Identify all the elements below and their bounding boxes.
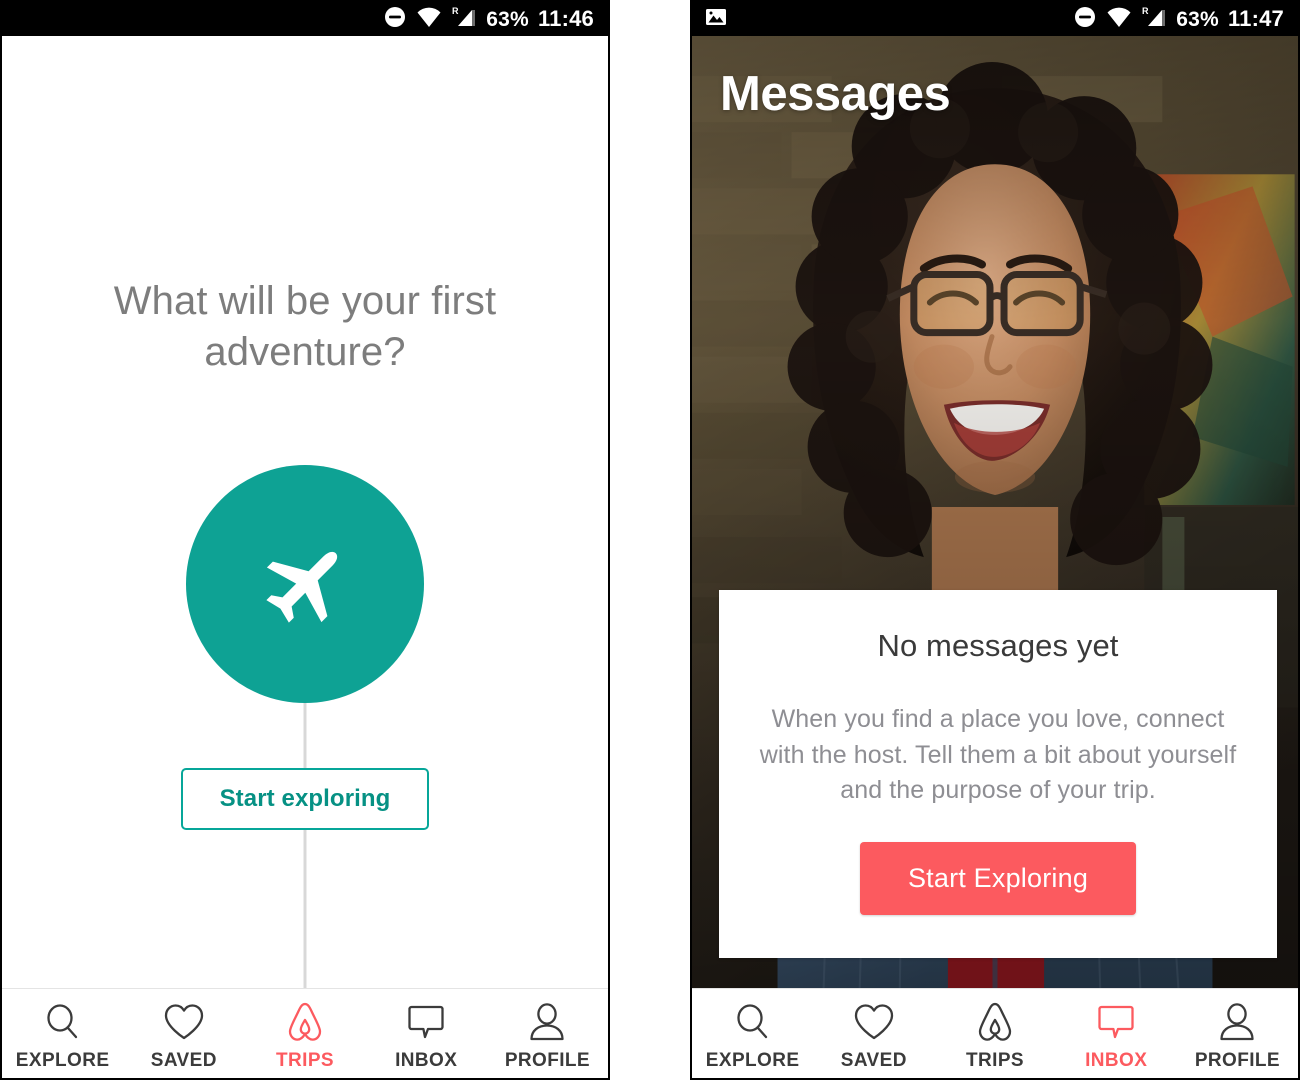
airbnb-belo-icon [284, 1000, 326, 1044]
clock: 11:47 [1227, 6, 1284, 31]
speech-bubble-icon [405, 1000, 447, 1044]
nav-item-saved[interactable]: SAVED [813, 989, 934, 1078]
do-not-disturb-icon [1073, 5, 1097, 34]
wifi-icon [1106, 6, 1132, 33]
nav-label: PROFILE [504, 1049, 590, 1071]
start-exploring-button[interactable]: Start exploring [181, 768, 429, 830]
empty-state-card: No messages yet When you find a place yo… [719, 590, 1277, 958]
person-icon [1216, 1000, 1258, 1044]
right-phone-screen: R 63% 11:47 Messages No messages yet Whe… [690, 0, 1300, 1080]
cellular-roaming-icon: R [451, 5, 477, 34]
nav-label: INBOX [395, 1049, 458, 1071]
left-status-bar: R 63% 11:46 [2, 2, 608, 36]
right-screen-content: Messages No messages yet When you find a… [692, 36, 1298, 988]
page-title: What will be your first adventure? [113, 279, 497, 375]
heart-icon [852, 1000, 896, 1044]
nav-item-explore[interactable]: EXPLORE [692, 989, 813, 1078]
right-bottom-nav: EXPLORE SAVED TRIPS INBOX PROFILE [692, 988, 1298, 1078]
nav-label: EXPLORE [15, 1049, 110, 1071]
nav-item-profile[interactable]: PROFILE [487, 989, 608, 1078]
nav-item-inbox[interactable]: INBOX [366, 989, 487, 1078]
do-not-disturb-icon [383, 5, 407, 34]
nav-label: INBOX [1085, 1049, 1148, 1071]
airplane-icon [257, 536, 353, 632]
nav-item-profile[interactable]: PROFILE [1177, 989, 1298, 1078]
left-screen-content: What will be your first adventure? Start… [2, 36, 608, 988]
clock: 11:46 [537, 6, 594, 31]
left-phone-screen: R 63% 11:46 What will be your first adve… [0, 0, 610, 1080]
person-icon [526, 1000, 568, 1044]
nav-label: PROFILE [1194, 1049, 1280, 1071]
nav-label: TRIPS [276, 1049, 334, 1071]
page-title: Messages [720, 67, 951, 121]
svg-text:R: R [1142, 6, 1149, 16]
search-icon [42, 1000, 84, 1044]
battery-percentage: 63% [486, 7, 529, 31]
nav-item-trips[interactable]: TRIPS [934, 989, 1055, 1078]
nav-item-explore[interactable]: EXPLORE [2, 989, 123, 1078]
airbnb-belo-icon [974, 1000, 1016, 1044]
nav-item-trips[interactable]: TRIPS [244, 989, 365, 1078]
svg-text:R: R [452, 6, 459, 16]
nav-item-saved[interactable]: SAVED [123, 989, 244, 1078]
right-status-bar: R 63% 11:47 [692, 2, 1298, 36]
battery-percentage: 63% [1176, 7, 1219, 31]
nav-label: TRIPS [966, 1049, 1024, 1071]
search-icon [732, 1000, 774, 1044]
speech-bubble-icon [1095, 1000, 1137, 1044]
heart-icon [162, 1000, 206, 1044]
wifi-icon [416, 6, 442, 33]
nav-label: SAVED [840, 1049, 907, 1071]
card-title: No messages yet [877, 628, 1119, 663]
nav-label: EXPLORE [705, 1049, 800, 1071]
dual-screenshot-canvas: R 63% 11:46 What will be your first adve… [0, 0, 1300, 1080]
card-description: When you find a place you love, connect … [759, 705, 1237, 804]
nav-item-inbox[interactable]: INBOX [1056, 989, 1177, 1078]
airplane-badge [186, 465, 424, 703]
nav-label: SAVED [150, 1049, 217, 1071]
photo-notification-icon [704, 5, 728, 34]
cellular-roaming-icon: R [1141, 5, 1167, 34]
left-bottom-nav: EXPLORE SAVED TRIPS INBOX PROFILE [2, 988, 608, 1078]
start-exploring-button[interactable]: Start Exploring [860, 841, 1136, 915]
